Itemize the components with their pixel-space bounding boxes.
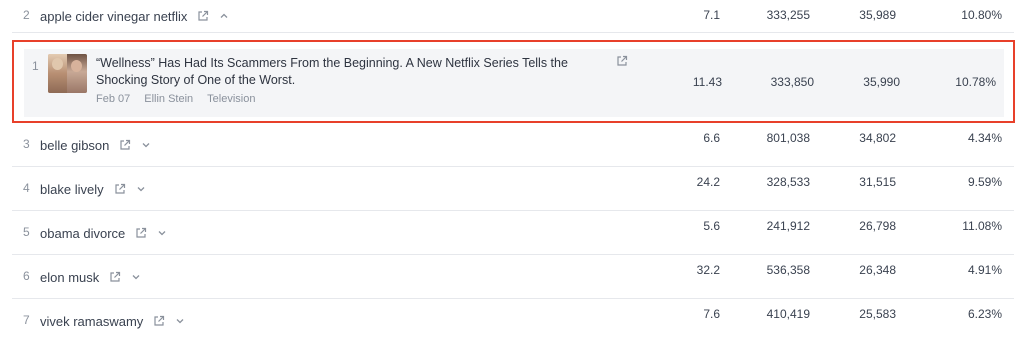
article-author: Ellin Stein bbox=[144, 93, 194, 105]
row-keyword: vivek ramaswamy bbox=[40, 311, 185, 331]
external-link-icon[interactable] bbox=[153, 315, 165, 327]
metric-4: 10.80% bbox=[961, 8, 1002, 22]
row-keyword: elon musk bbox=[40, 267, 141, 287]
highlighted-article-row: 1 “Wellness” Has Had Its Scammers From t… bbox=[12, 40, 1015, 123]
row-keyword: belle gibson bbox=[40, 135, 151, 155]
metric-3: 25,583 bbox=[859, 307, 896, 321]
metric-1: 24.2 bbox=[696, 175, 720, 189]
keyword-label[interactable]: belle gibson bbox=[40, 138, 109, 153]
keyword-label[interactable]: obama divorce bbox=[40, 226, 125, 241]
metric-4: 10.78% bbox=[955, 75, 996, 89]
metric-3: 26,348 bbox=[859, 263, 896, 277]
metric-4: 9.59% bbox=[967, 175, 1002, 189]
metric-4: 4.34% bbox=[967, 131, 1002, 145]
metric-3: 35,989 bbox=[859, 8, 896, 22]
table-row[interactable]: 3 belle gibson 6.6 801,038 34,802 4.34% bbox=[12, 123, 1014, 167]
row-rank: 2 bbox=[23, 8, 30, 22]
metric-4: 4.91% bbox=[967, 263, 1002, 277]
external-link-icon[interactable] bbox=[197, 10, 209, 22]
metric-2: 536,358 bbox=[766, 263, 810, 277]
external-link-icon[interactable] bbox=[616, 55, 628, 67]
metric-3: 35,990 bbox=[863, 75, 900, 89]
row-keyword: apple cider vinegar netflix bbox=[40, 6, 229, 26]
chevron-up-icon[interactable] bbox=[219, 11, 229, 21]
metric-4: 6.23% bbox=[967, 307, 1002, 321]
table-row[interactable]: 6 elon musk 32.2 536,358 26,348 4.91% bbox=[12, 255, 1014, 299]
metric-2: 801,038 bbox=[766, 131, 810, 145]
article-meta: Feb 07 Ellin Stein Television bbox=[96, 93, 255, 105]
chevron-down-icon[interactable] bbox=[136, 184, 146, 194]
metric-2: 410,419 bbox=[766, 307, 810, 321]
row-rank: 6 bbox=[23, 269, 30, 283]
metric-2: 241,912 bbox=[766, 219, 810, 233]
row-rank: 7 bbox=[23, 313, 30, 327]
metric-4: 11.08% bbox=[962, 219, 1002, 233]
row-rank: 4 bbox=[23, 181, 30, 195]
article-thumbnail[interactable] bbox=[48, 54, 87, 93]
row-rank: 5 bbox=[23, 225, 30, 239]
keyword-label[interactable]: blake lively bbox=[40, 182, 104, 197]
article-title[interactable]: “Wellness” Has Had Its Scammers From the… bbox=[96, 55, 606, 89]
table-row[interactable]: 7 vivek ramaswamy 7.6 410,419 25,583 6.2… bbox=[12, 299, 1014, 342]
metric-1: 32.2 bbox=[696, 263, 720, 277]
external-link-icon[interactable] bbox=[114, 183, 126, 195]
article-category: Television bbox=[207, 93, 256, 105]
metric-1: 6.6 bbox=[703, 131, 720, 145]
row-rank: 3 bbox=[23, 137, 30, 151]
article-row[interactable]: 1 “Wellness” Has Had Its Scammers From t… bbox=[24, 49, 1004, 117]
metric-2: 333,255 bbox=[766, 8, 810, 22]
metric-1: 7.6 bbox=[703, 307, 720, 321]
table-row[interactable]: 5 obama divorce 5.6 241,912 26,798 11.08… bbox=[12, 211, 1014, 255]
chevron-down-icon[interactable] bbox=[157, 228, 167, 238]
keyword-label[interactable]: vivek ramaswamy bbox=[40, 314, 143, 329]
chevron-down-icon[interactable] bbox=[141, 140, 151, 150]
external-link-icon[interactable] bbox=[119, 139, 131, 151]
metric-3: 34,802 bbox=[859, 131, 896, 145]
metric-1: 7.1 bbox=[703, 8, 720, 22]
table-row[interactable]: 2 apple cider vinegar netflix 7.1 333,25… bbox=[12, 0, 1014, 33]
article-date: Feb 07 bbox=[96, 93, 131, 105]
row-keyword: blake lively bbox=[40, 179, 146, 199]
external-link-icon[interactable] bbox=[135, 227, 147, 239]
chevron-down-icon[interactable] bbox=[131, 272, 141, 282]
keyword-label[interactable]: elon musk bbox=[40, 270, 99, 285]
metric-1: 5.6 bbox=[703, 219, 720, 233]
chevron-down-icon[interactable] bbox=[175, 316, 185, 326]
keyword-label[interactable]: apple cider vinegar netflix bbox=[40, 9, 187, 24]
article-rank: 1 bbox=[32, 59, 39, 73]
metric-1: 11.43 bbox=[692, 75, 722, 89]
metric-3: 31,515 bbox=[859, 175, 896, 189]
external-link-icon[interactable] bbox=[109, 271, 121, 283]
metric-3: 26,798 bbox=[859, 219, 896, 233]
metric-2: 333,850 bbox=[770, 75, 814, 89]
table-row[interactable]: 4 blake lively 24.2 328,533 31,515 9.59% bbox=[12, 167, 1014, 211]
metric-2: 328,533 bbox=[766, 175, 810, 189]
row-keyword: obama divorce bbox=[40, 223, 167, 243]
